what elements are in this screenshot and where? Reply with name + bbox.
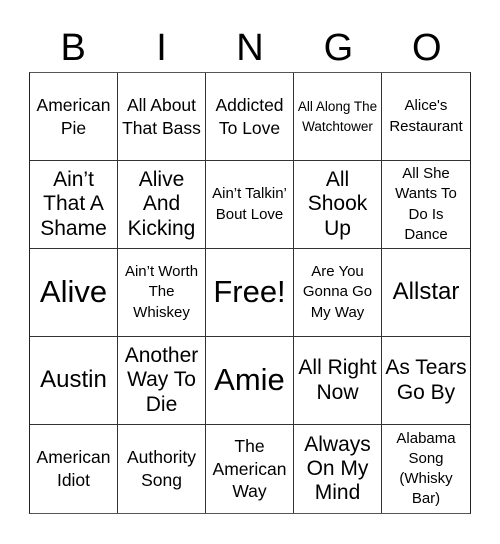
cell-label: Ain’t Talkin’ Bout Love xyxy=(212,185,287,223)
bingo-cell[interactable]: All Shook Up xyxy=(294,161,382,249)
bingo-cell[interactable]: As Tears Go By xyxy=(382,337,470,425)
cell-label: Another Way To Die xyxy=(124,344,199,416)
header-letter-n: N xyxy=(236,27,264,69)
cell-label: Alabama Song (Whisky Bar) xyxy=(396,429,456,508)
bingo-cell[interactable]: All Along The Watchtower xyxy=(294,73,382,161)
free-space-label: Free! xyxy=(213,274,286,310)
bingo-cell[interactable]: Addicted To Love xyxy=(206,73,294,161)
cell-label: All Along The Watchtower xyxy=(297,98,378,134)
header-letter-i: I xyxy=(156,27,167,69)
cell-label: Alive xyxy=(39,274,108,310)
cell-label: Addicted To Love xyxy=(215,94,284,138)
bingo-cell[interactable]: Alive xyxy=(30,249,118,337)
cell-label: All About That Bass xyxy=(122,94,201,138)
bingo-cell[interactable]: Alive And Kicking xyxy=(118,161,206,249)
cell-label: American Idiot xyxy=(36,447,111,490)
cell-label: All Shook Up xyxy=(307,168,368,240)
bingo-cell[interactable]: Ain’t That A Shame xyxy=(30,161,118,249)
cell-label: As Tears Go By xyxy=(385,356,467,404)
cell-label: Authority Song xyxy=(126,447,197,490)
bingo-cell[interactable]: All Right Now xyxy=(294,337,382,425)
bingo-cell[interactable]: Austin xyxy=(30,337,118,425)
header-letter-o: O xyxy=(411,27,442,69)
cell-label: American Pie xyxy=(36,94,111,138)
bingo-cell[interactable]: Alice's Restaurant xyxy=(382,73,470,161)
cell-label: Austin xyxy=(40,366,107,394)
bingo-cell[interactable]: Are You Gonna Go My Way xyxy=(294,249,382,337)
bingo-cell[interactable]: American Pie xyxy=(30,73,118,161)
header-letter-b: B xyxy=(60,27,86,69)
cell-label: Amie xyxy=(214,362,285,398)
cell-label: Allstar xyxy=(392,278,460,306)
bingo-board: American Pie All About That Bass Addicte… xyxy=(29,72,471,514)
bingo-cell[interactable]: Always On My Mind xyxy=(294,425,382,513)
bingo-header: B I N G O xyxy=(29,26,471,70)
bingo-cell[interactable]: All She Wants To Do Is Dance xyxy=(382,161,470,249)
cell-label: Ain’t Worth The Whiskey xyxy=(124,263,199,321)
bingo-cell[interactable]: American Idiot xyxy=(30,425,118,513)
bingo-cell[interactable]: All About That Bass xyxy=(118,73,206,161)
free-space-cell[interactable]: Free! xyxy=(206,249,294,337)
bingo-cell[interactable]: Another Way To Die xyxy=(118,337,206,425)
cell-label: Ain’t That A Shame xyxy=(40,168,107,240)
cell-label: All Right Now xyxy=(298,356,377,404)
cell-label: Always On My Mind xyxy=(304,432,371,505)
cell-label: Are You Gonna Go My Way xyxy=(302,263,373,321)
cell-label: All She Wants To Do Is Dance xyxy=(395,165,457,243)
bingo-cell[interactable]: Allstar xyxy=(382,249,470,337)
bingo-cell[interactable]: Ain’t Talkin’ Bout Love xyxy=(206,161,294,249)
header-letter-g: G xyxy=(323,27,354,69)
cell-label: The American Way xyxy=(212,435,287,502)
bingo-cell[interactable]: Ain’t Worth The Whiskey xyxy=(118,249,206,337)
bingo-cell[interactable]: Amie xyxy=(206,337,294,425)
bingo-cell[interactable]: The American Way xyxy=(206,425,294,513)
bingo-cell[interactable]: Authority Song xyxy=(118,425,206,513)
cell-label: Alice's Restaurant xyxy=(389,97,463,135)
bingo-cell[interactable]: Alabama Song (Whisky Bar) xyxy=(382,425,470,513)
cell-label: Alive And Kicking xyxy=(127,168,196,240)
